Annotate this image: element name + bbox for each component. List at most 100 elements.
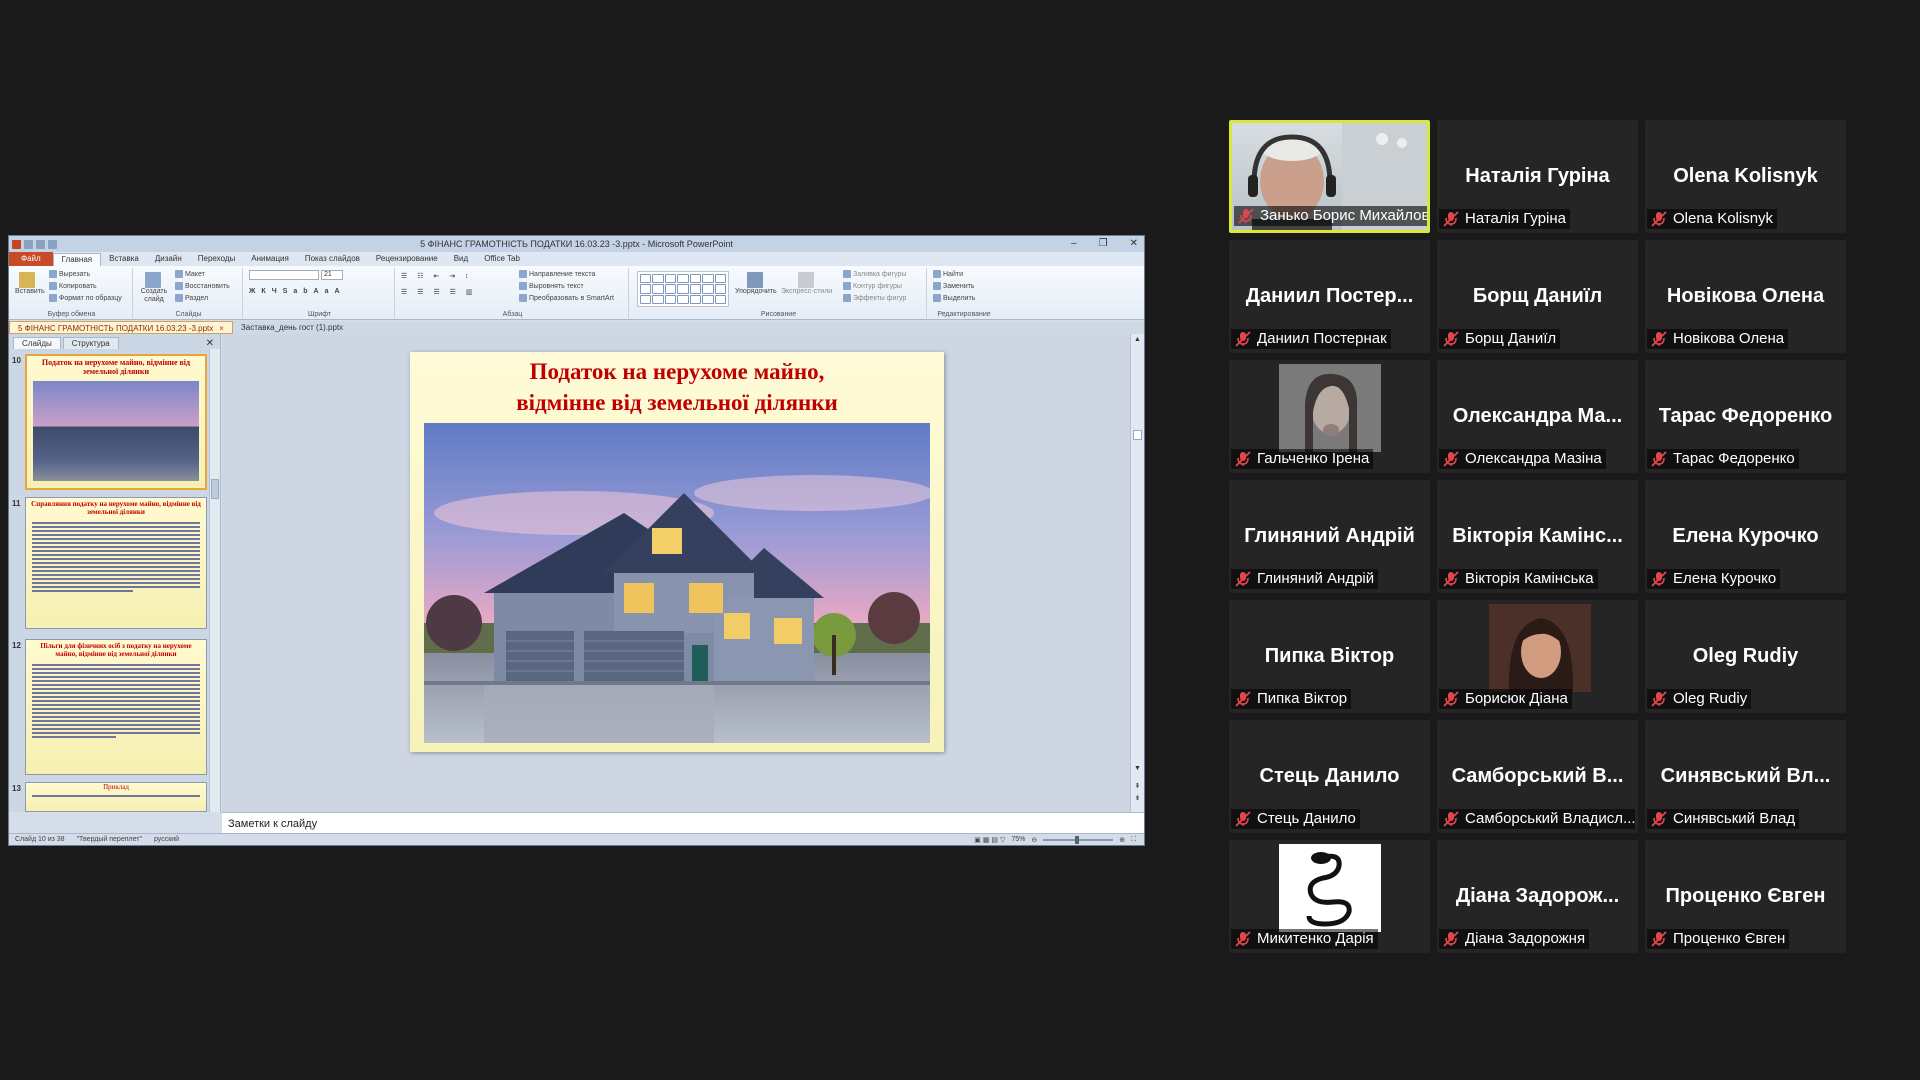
reset-button[interactable]: Восстановить <box>175 282 230 290</box>
shapes-gallery[interactable] <box>637 271 729 307</box>
find-button[interactable]: Найти <box>933 270 963 278</box>
shape-outline-button[interactable]: Контур фигуры <box>843 282 902 290</box>
participant-display-name: Oleg Rudiy <box>1692 645 1799 667</box>
format-painter-button[interactable]: Формат по образцу <box>49 294 122 302</box>
tab-insert[interactable]: Вставка <box>101 253 147 266</box>
close-panel-icon[interactable]: ✕ <box>206 338 214 349</box>
new-slide-icon <box>145 272 161 288</box>
participant-tile[interactable]: Пипка Віктор Пипка Віктор <box>1229 600 1430 713</box>
participant-video <box>1489 604 1591 692</box>
tab-slides[interactable]: Слайды <box>13 337 61 349</box>
participant-tile[interactable]: Olena Kolisnyk Olena Kolisnyk <box>1645 120 1846 233</box>
select-button[interactable]: Выделить <box>933 294 975 302</box>
participant-display-name: Тарас Федоренко <box>1658 405 1833 427</box>
tab-home[interactable]: Главная <box>52 253 102 266</box>
zoom-in-icon[interactable]: ⊕ <box>1119 836 1125 844</box>
shape-effects-button[interactable]: Эффекты фигур <box>843 294 906 302</box>
paste-button[interactable]: Вставить <box>15 272 45 295</box>
font-family-select[interactable] <box>249 270 319 280</box>
participant-tile[interactable]: Борщ Даниїл Борщ Даниїл <box>1437 240 1638 353</box>
font-size-select[interactable]: 21 <box>321 270 343 280</box>
tab-design[interactable]: Дизайн <box>147 253 190 266</box>
participant-tile[interactable]: Oleg Rudiy Oleg Rudiy <box>1645 600 1846 713</box>
cut-button[interactable]: Вырезать <box>49 270 90 278</box>
select-icon <box>933 294 941 302</box>
zoom-slider[interactable] <box>1043 835 1114 844</box>
binoculars-icon <box>933 270 941 278</box>
participant-tile[interactable]: Гальченко Ірена <box>1229 360 1430 473</box>
participant-tile[interactable]: Елена Курочко Елена Курочко <box>1645 480 1846 593</box>
new-slide-button[interactable]: Создать слайд <box>139 272 169 304</box>
smartart-icon <box>519 294 527 302</box>
doc-tab-active[interactable]: 5 ФІНАНС ГРАМОТНІСТЬ ПОДАТКИ 16.03.23 -3… <box>9 321 233 334</box>
copy-icon <box>49 282 57 290</box>
document-tabs: 5 ФІНАНС ГРАМОТНІСТЬ ПОДАТКИ 16.03.23 -3… <box>9 321 1144 334</box>
align-text-button[interactable]: Выровнять текст <box>519 282 584 290</box>
slides-panel-scrollbar[interactable] <box>209 349 220 812</box>
view-buttons[interactable]: ▣ ▦ ▤ ▽ <box>974 836 1005 844</box>
participant-tile[interactable]: Микитенко Дарія <box>1229 840 1430 953</box>
copy-button[interactable]: Копировать <box>49 282 97 290</box>
language-indicator[interactable]: русский <box>154 836 179 843</box>
align-buttons[interactable]: ☰ ☰ ☰ ☰ ▥ <box>401 288 477 296</box>
participant-tile[interactable]: Глиняний Андрій Глиняний Андрій <box>1229 480 1430 593</box>
participant-tile[interactable]: Самборський В... Самборський Владисл... <box>1437 720 1638 833</box>
tab-outline[interactable]: Структура <box>62 337 119 349</box>
tab-transitions[interactable]: Переходы <box>190 253 244 266</box>
participant-tile[interactable]: Вікторія Камінс... Вікторія Камінська <box>1437 480 1638 593</box>
restore-icon[interactable]: ❐ <box>1099 236 1108 252</box>
tab-office[interactable]: Office Tab <box>476 253 528 266</box>
text-direction-button[interactable]: Направление текста <box>519 270 595 278</box>
muted-mic-icon <box>1651 451 1667 467</box>
tab-view[interactable]: Вид <box>446 253 476 266</box>
fill-icon <box>843 270 851 278</box>
minimize-icon[interactable]: – <box>1071 236 1077 252</box>
participant-name-label: Пипка Віктор <box>1231 689 1352 709</box>
shape-fill-button[interactable]: Заливка фигуры <box>843 270 906 278</box>
section-button[interactable]: Раздел <box>175 294 208 302</box>
slide-scrollbar[interactable]: ▲ ▼ ⇞ ⇟ <box>1130 334 1144 812</box>
fit-slide-icon[interactable]: ⛶ <box>1131 836 1136 844</box>
participant-tile[interactable]: Олександра Ма... Олександра Мазіна <box>1437 360 1638 473</box>
participant-tile[interactable]: Новікова Олена Новікова Олена <box>1645 240 1846 353</box>
participant-tile[interactable]: Стець Данило Стець Данило <box>1229 720 1430 833</box>
participant-name-label: Гальченко Ірена <box>1231 449 1374 469</box>
tab-file[interactable]: Файл <box>9 252 53 266</box>
replace-button[interactable]: Заменить <box>933 282 974 290</box>
tab-animation[interactable]: Анимация <box>243 253 297 266</box>
tab-review[interactable]: Рецензирование <box>368 253 446 266</box>
current-slide[interactable]: Податок на нерухоме майно, відмінне від … <box>410 352 944 752</box>
layout-button[interactable]: Макет <box>175 270 205 278</box>
participant-tile[interactable]: Занько Борис Михайлов... <box>1229 120 1430 233</box>
muted-mic-icon <box>1443 691 1459 707</box>
thumbnail-title: Пільги для фізичних осіб з податку на не… <box>40 642 192 658</box>
arrange-button[interactable]: Упорядочить <box>735 272 777 295</box>
smartart-button[interactable]: Преобразовать в SmartArt <box>519 294 614 302</box>
notes-pane[interactable]: Заметки к слайду <box>222 812 1144 835</box>
section-icon <box>175 294 183 302</box>
next-slide-icon[interactable]: ⇟ <box>1131 794 1144 802</box>
previous-slide-icon[interactable]: ⇞ <box>1131 782 1144 790</box>
zoom-level[interactable]: 75% <box>1011 836 1025 843</box>
close-icon[interactable]: ✕ <box>1130 236 1138 252</box>
participant-tile[interactable]: Проценко Євген Проценко Євген <box>1645 840 1846 953</box>
participant-tile[interactable]: Синявський Вл... Синявський Влад <box>1645 720 1846 833</box>
doc-tab[interactable]: Заставка_день гост (1).pptx <box>233 321 351 334</box>
participant-tile[interactable]: Тарас Федоренко Тарас Федоренко <box>1645 360 1846 473</box>
close-tab-icon[interactable]: × <box>219 324 224 333</box>
paragraph-group: ☰ ☷ ⇤ ⇥ ↕ ☰ ☰ ☰ ☰ ▥ Направление текста В… <box>397 268 629 318</box>
muted-mic-icon <box>1235 451 1251 467</box>
slide-title[interactable]: Податок на нерухоме майно, відмінне від … <box>410 356 944 418</box>
participant-tile[interactable]: Борисюк Діана <box>1437 600 1638 713</box>
participant-tile[interactable]: Наталія Гуріна Наталія Гуріна <box>1437 120 1638 233</box>
muted-mic-icon <box>1235 811 1251 827</box>
house-photo[interactable] <box>424 423 930 743</box>
participant-tile[interactable]: Даниил Постер... Даниил Постернак <box>1229 240 1430 353</box>
participant-tile[interactable]: Діана Задорож... Діана Задорожня <box>1437 840 1638 953</box>
font-format-buttons[interactable]: ЖКЧSabAaA <box>249 288 346 295</box>
layout-icon <box>175 270 183 278</box>
quick-styles-button[interactable]: Экспресс-стили <box>781 272 832 295</box>
tab-slideshow[interactable]: Показ слайдов <box>297 253 368 266</box>
list-buttons[interactable]: ☰ ☷ ⇤ ⇥ ↕ <box>401 272 473 280</box>
zoom-out-icon[interactable]: ⊖ <box>1031 836 1037 844</box>
